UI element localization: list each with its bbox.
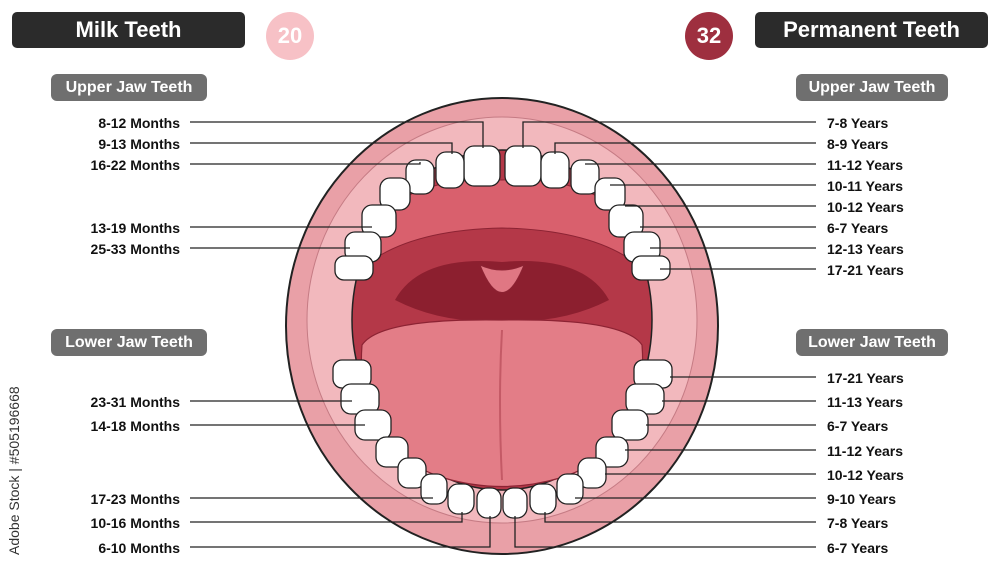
tooth: [476, 487, 502, 519]
milk-lower-label: 10-16 Months: [90, 515, 180, 531]
permanent-lower-label: 6-7 Years: [827, 418, 889, 434]
permanent-lower-label: 9-10 Years: [827, 491, 897, 507]
permanent-lower-label: 11-13 Years: [827, 394, 904, 410]
permanent-lower-label: 7-8 Years: [827, 515, 889, 531]
tooth: [463, 145, 501, 187]
tooth: [529, 483, 557, 515]
tooth: [540, 151, 570, 189]
permanent-upper-label: 12-13 Years: [827, 241, 904, 257]
tooth: [611, 409, 649, 441]
permanent-upper-label: 7-8 Years: [827, 115, 889, 131]
tooth: [447, 483, 475, 515]
tooth: [420, 473, 448, 505]
tooth: [334, 255, 374, 281]
milk-upper-label: 25-33 Months: [90, 241, 180, 257]
permanent-lower-label: 11-12 Years: [827, 443, 904, 459]
tooth: [631, 255, 671, 281]
permanent-upper-label: 8-9 Years: [827, 136, 889, 152]
permanent-upper-label: 10-11 Years: [827, 178, 904, 194]
tooth: [502, 487, 528, 519]
permanent-upper-label: 17-21 Years: [827, 262, 904, 278]
permanent-upper-label: 6-7 Years: [827, 220, 889, 236]
milk-lower-label: 17-23 Months: [90, 491, 180, 507]
permanent-upper-label: 10-12 Years: [827, 199, 904, 215]
open-mouth-diagram: [190, 97, 816, 555]
milk-lower-label: 23-31 Months: [90, 394, 180, 410]
milk-lower-label: 14-18 Months: [90, 418, 180, 434]
permanent-upper-label: 11-12 Years: [827, 157, 904, 173]
milk-lower-label: 6-10 Months: [98, 540, 180, 556]
milk-upper-label: 13-19 Months: [90, 220, 180, 236]
permanent-lower-label: 17-21 Years: [827, 370, 904, 386]
tooth: [504, 145, 542, 187]
permanent-lower-label: 6-7 Years: [827, 540, 889, 556]
milk-upper-label: 16-22 Months: [90, 157, 180, 173]
milk-upper-label: 8-12 Months: [98, 115, 180, 131]
tooth: [435, 151, 465, 189]
tooth: [556, 473, 584, 505]
permanent-lower-label: 10-12 Years: [827, 467, 904, 483]
stock-watermark: Adobe Stock | #505196668: [6, 386, 22, 555]
milk-upper-label: 9-13 Months: [98, 136, 180, 152]
